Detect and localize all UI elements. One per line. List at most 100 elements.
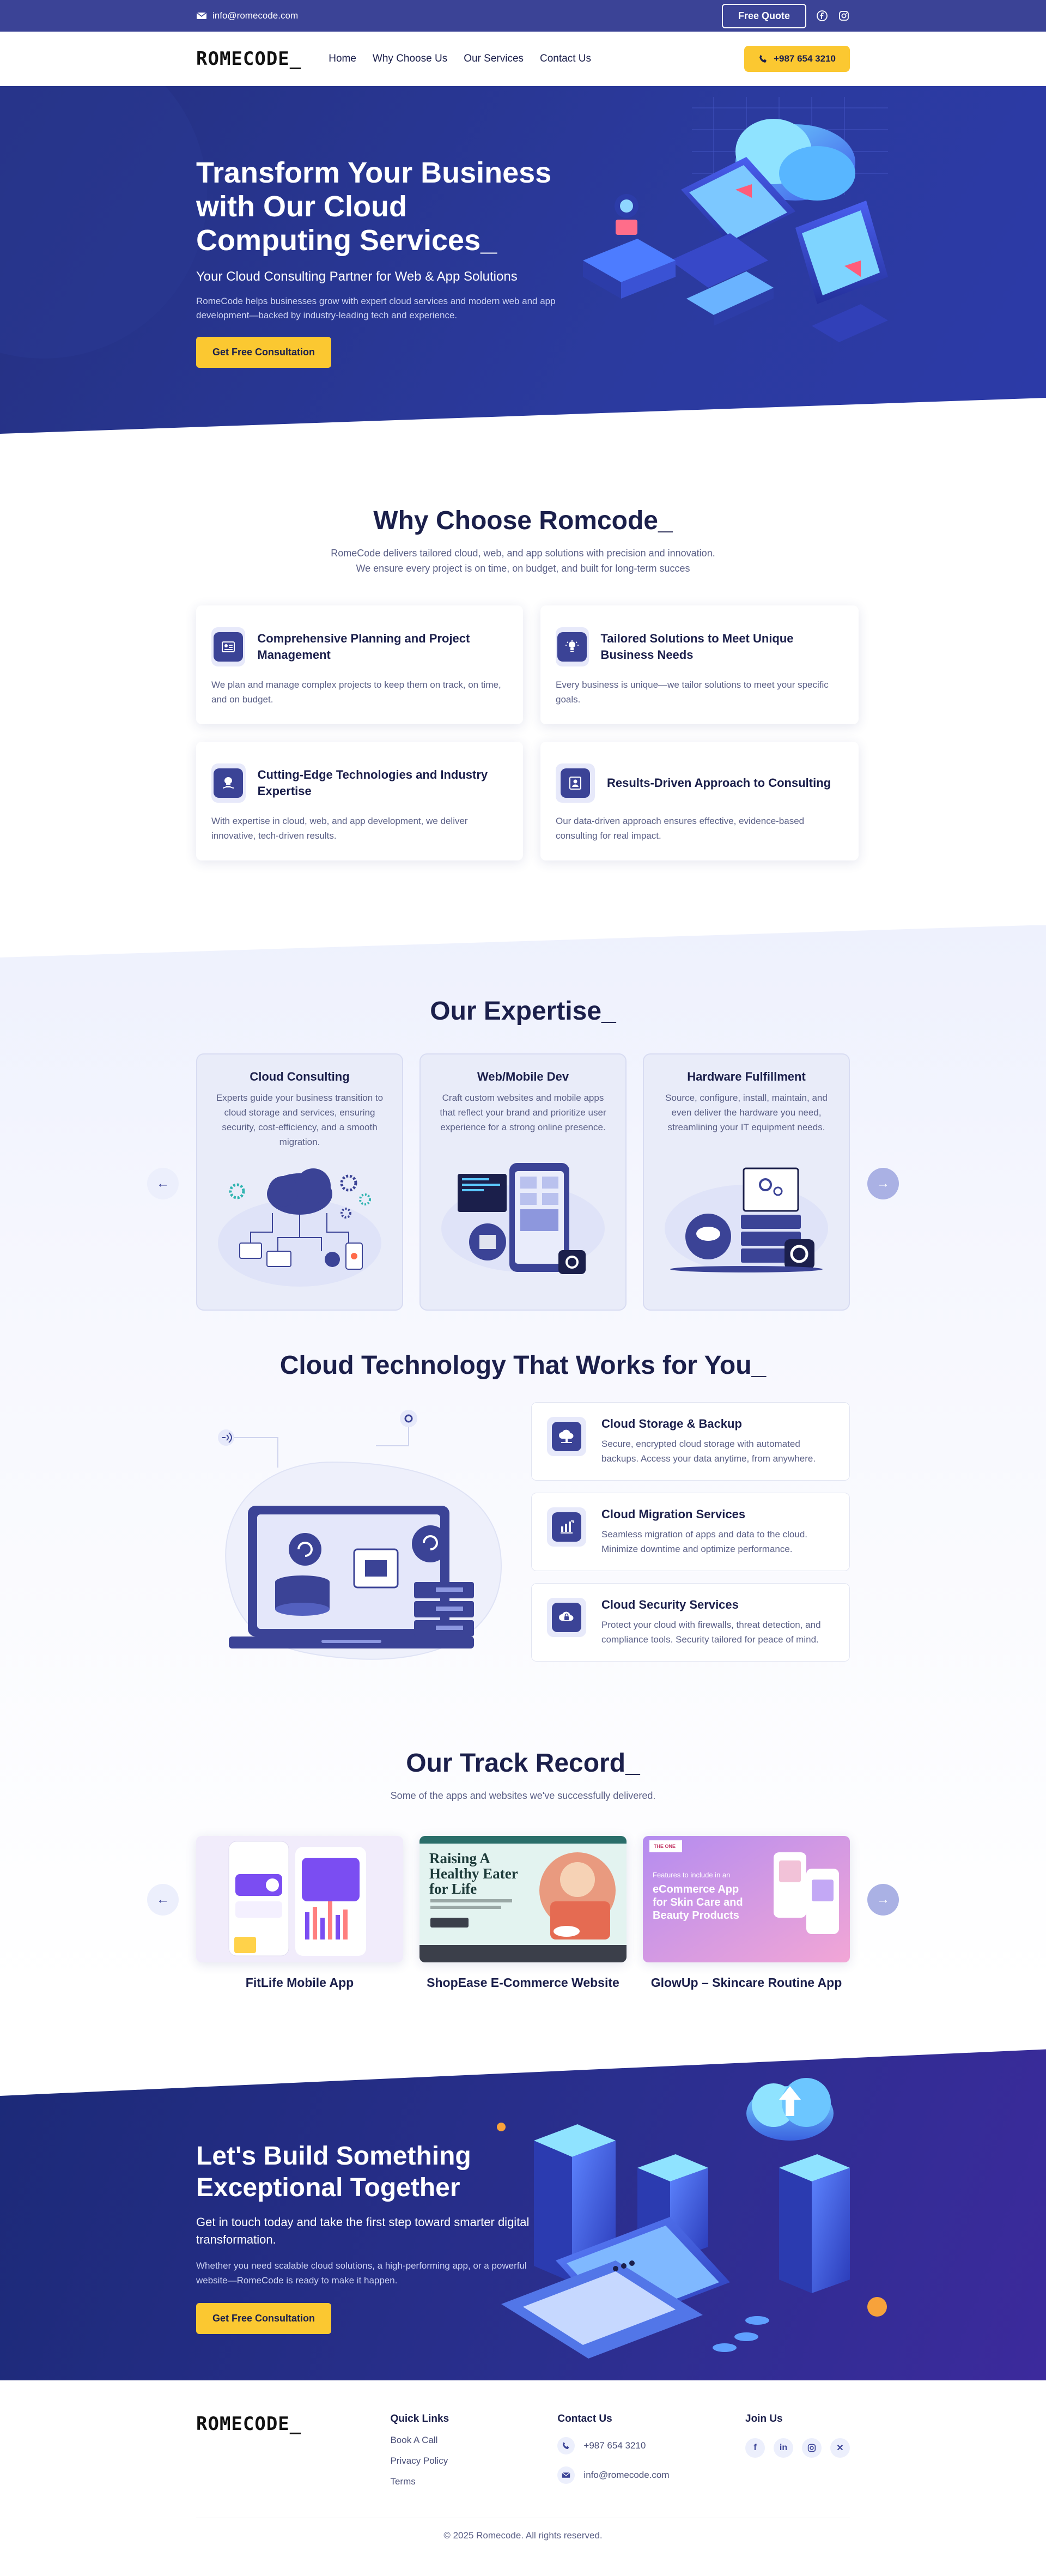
hero-description: RomeCode helps businesses grow with expe… (196, 296, 556, 320)
expertise-card-text: Craft custom websites and mobile apps th… (440, 1093, 606, 1132)
hero-cloud-devices-illustration (583, 97, 888, 342)
main-navbar: ROMECODE_ Home Why Choose Us Our Service… (0, 32, 1046, 86)
phone-icon (759, 54, 767, 63)
track-prev-button[interactable]: ← (147, 1884, 179, 1916)
nav-links: Home Why Choose Us Our Services Contact … (329, 53, 591, 65)
mail-icon (557, 2466, 575, 2484)
phone-button[interactable]: +987 654 3210 (744, 46, 850, 72)
why-card-text: Our data-driven approach ensures effecti… (556, 816, 805, 841)
cloudtech-card-title: Cloud Storage & Backup (601, 1417, 742, 1431)
cloudtech-section-title: Cloud Technology That Works for You_ (279, 1351, 767, 1380)
quick-links-title: Quick Links (390, 2413, 449, 2425)
services-band: Our Expertise_ ← Cloud Consulting Expert… (0, 925, 1046, 2048)
footer-email[interactable]: info@romecode.com (557, 2466, 745, 2484)
project-card-fitlife[interactable]: FitLife Mobile App (196, 1836, 403, 1990)
project-card-glowup[interactable]: THE ONE Features to include in an eComme… (643, 1836, 850, 1990)
why-card-title: Tailored Solutions to Meet Unique Busine… (600, 632, 794, 662)
hardware-server-illustration (665, 1167, 828, 1272)
footer-phone[interactable]: +987 654 3210 (557, 2437, 745, 2454)
nav-link-contact-us[interactable]: Contact Us (540, 53, 591, 65)
expertise-card-web-mobile: Web/Mobile Dev Craft custom websites and… (419, 1053, 627, 1311)
topbar-email-text: info@romecode.com (212, 10, 299, 21)
hero-section: Transform Your Business with Our Cloud C… (0, 86, 1046, 457)
cloudtech-card-text: Protect your cloud with firewalls, threa… (601, 1620, 821, 1645)
cloudtech-card-security: Cloud Security Services Protect your clo… (531, 1583, 850, 1662)
expertise-card-cloud-consulting: Cloud Consulting Experts guide your busi… (196, 1053, 403, 1311)
logo[interactable]: ROMECODE_ (196, 48, 301, 70)
why-choose-section: Why Choose Romcode_ RomeCode delivers ta… (0, 457, 1046, 925)
facebook-icon[interactable] (816, 10, 828, 22)
expertise-card-text: Experts guide your business transition t… (216, 1093, 384, 1147)
technology-icon (214, 768, 244, 798)
why-card-text: Every business is unique—we tailor solut… (556, 680, 829, 705)
nav-link-why-choose-us[interactable]: Why Choose Us (373, 53, 447, 65)
expertise-card-hardware: Hardware Fulfillment Source, configure, … (643, 1053, 850, 1311)
cloud-storage-icon (552, 1422, 581, 1451)
cloudtech-card-title: Cloud Security Services (601, 1598, 739, 1611)
why-card-text: With expertise in cloud, web, and app de… (211, 816, 468, 841)
cta-title: Let's Build Something Exceptional Togeth… (196, 2142, 471, 2202)
why-card-title: Cutting-Edge Technologies and Industry E… (257, 768, 488, 798)
expertise-card-title: Hardware Fulfillment (687, 1070, 806, 1083)
cta-consultation-button[interactable]: Get Free Consultation (196, 2303, 332, 2334)
copyright-text: © 2025 Romecode. All rights reserved. (443, 2530, 603, 2541)
why-section-title: Why Choose Romcode_ (373, 506, 673, 535)
why-card-tailored: Tailored Solutions to Meet Unique Busine… (540, 605, 859, 724)
free-quote-button[interactable]: Free Quote (721, 3, 806, 28)
instagram-icon[interactable] (802, 2438, 822, 2458)
expertise-card-title: Cloud Consulting (250, 1070, 350, 1083)
expertise-card-title: Web/Mobile Dev (477, 1070, 569, 1083)
footer-phone-text: +987 654 3210 (583, 2440, 646, 2451)
project-name: GlowUp – Skincare Routine App (650, 1975, 842, 1990)
footer-email-text: info@romecode.com (583, 2470, 670, 2480)
project-name: ShopEase E-Commerce Website (427, 1975, 619, 1990)
expertise-prev-button[interactable]: ← (147, 1168, 179, 1199)
track-section-title: Our Track Record_ (406, 1749, 640, 1778)
nav-link-home[interactable]: Home (329, 53, 356, 65)
migration-icon (552, 1512, 581, 1542)
hero-subtitle: Your Cloud Consulting Partner for Web & … (196, 269, 518, 284)
top-bar: info@romecode.com Free Quote (0, 0, 1046, 32)
arrow-left-icon: ← (156, 1892, 169, 1907)
shopease-preview-headline: Raising A Healthy Eater for Life (429, 1850, 518, 1897)
footer: ROMECODE_ Quick Links Book A Call Privac… (0, 2380, 1046, 2576)
glowup-preview-small-text: Features to include in an (653, 1871, 731, 1879)
nav-link-our-services[interactable]: Our Services (464, 53, 524, 65)
expertise-next-button[interactable]: → (867, 1168, 899, 1199)
glowup-preview-headline: eCommerce App for Skin Care and Beauty P… (653, 1883, 743, 1922)
cloudtech-card-migration: Cloud Migration Services Seamless migrat… (531, 1493, 850, 1571)
facebook-icon[interactable]: f (745, 2438, 765, 2458)
results-icon (561, 768, 590, 798)
topbar-email[interactable]: info@romecode.com (196, 10, 298, 21)
cloudtech-card-text: Seamless migration of apps and data to t… (601, 1529, 808, 1554)
arrow-right-icon: → (877, 1176, 890, 1191)
planning-icon (214, 632, 244, 662)
why-card-planning: Comprehensive Planning and Project Manag… (196, 605, 523, 724)
footer-link-privacy-policy[interactable]: Privacy Policy (390, 2456, 557, 2466)
track-next-button[interactable]: → (867, 1884, 899, 1916)
x-icon[interactable]: ✕ (830, 2438, 850, 2458)
expertise-section: Our Expertise_ ← Cloud Consulting Expert… (0, 925, 1046, 1339)
mail-icon (196, 12, 207, 19)
project-card-shopease[interactable]: Raising A Healthy Eater for Life ShopEas… (419, 1836, 627, 1990)
cloud-network-illustration (218, 1168, 381, 1287)
join-us-title: Join Us (745, 2413, 783, 2425)
why-card-title: Comprehensive Planning and Project Manag… (257, 632, 470, 662)
why-subtitle-line2: We ensure every project is on time, on b… (356, 563, 690, 574)
expertise-card-text: Source, configure, install, maintain, an… (665, 1093, 828, 1132)
logo-text: ROMECODE_ (196, 48, 302, 70)
why-card-results: Results-Driven Approach to Consulting Ou… (540, 742, 859, 860)
footer-link-terms[interactable]: Terms (390, 2476, 557, 2487)
footer-link-book-a-call[interactable]: Book A Call (390, 2435, 557, 2446)
mobile-dev-illustration (441, 1163, 605, 1274)
cloud-technology-section: Cloud Technology That Works for You_ Clo… (0, 1339, 1046, 1721)
instagram-icon[interactable] (838, 10, 850, 22)
track-section-subtitle: Some of the apps and websites we've succ… (390, 1790, 656, 1801)
cloudtech-card-text: Secure, encrypted cloud storage with aut… (601, 1439, 816, 1464)
hero-consultation-button[interactable]: Get Free Consultation (196, 337, 332, 368)
tailored-icon (557, 632, 587, 662)
footer-logo[interactable]: ROMECODE_ (196, 2413, 390, 2435)
contact-title: Contact Us (557, 2413, 612, 2425)
linkedin-icon[interactable]: in (774, 2438, 793, 2458)
security-icon (552, 1603, 581, 1632)
